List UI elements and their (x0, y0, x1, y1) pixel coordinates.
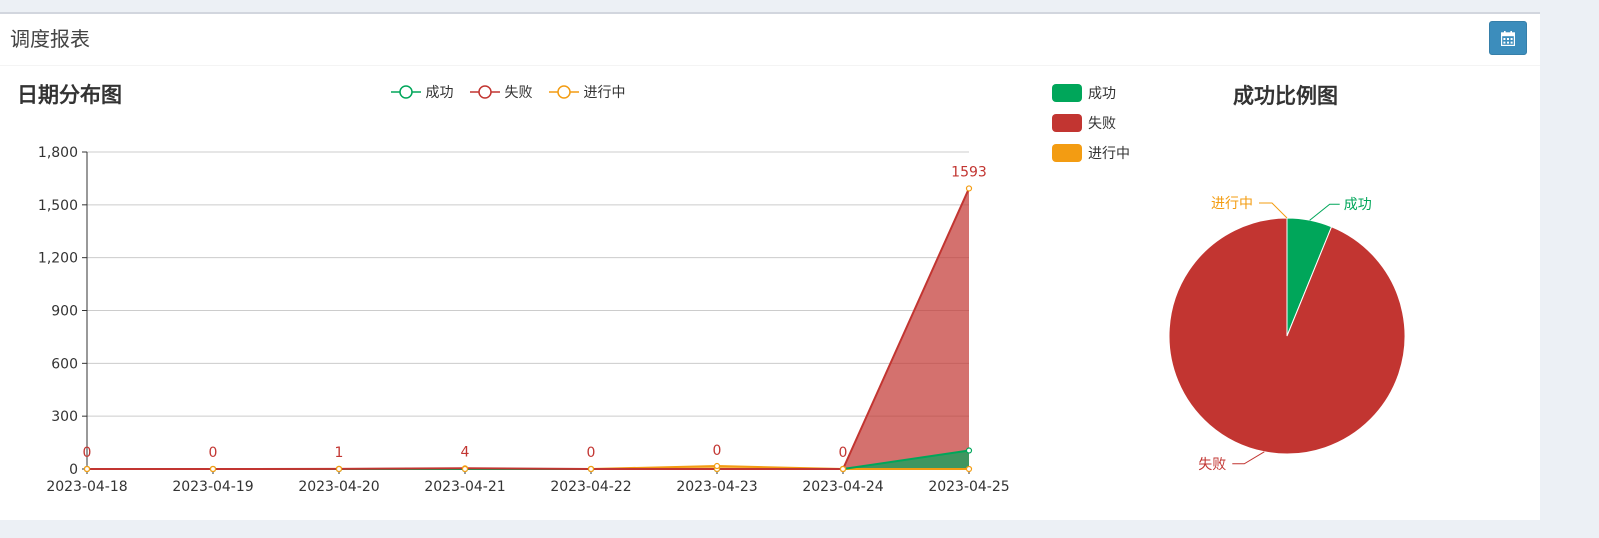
x-tick-label: 2023-04-18 (46, 479, 127, 495)
pie-label: 进行中 (1211, 196, 1253, 212)
x-tick-label: 2023-04-20 (298, 479, 379, 495)
point-进行中 (83, 465, 91, 473)
point-成功 (965, 447, 973, 454)
pie-legend-success-swatch (1052, 84, 1082, 102)
point-进行中 (335, 465, 343, 473)
pie-label-line (1259, 202, 1288, 219)
y-tick-label: 600 (51, 356, 78, 372)
pie-slice-失败 (1168, 217, 1406, 455)
y-tick-label: 1,200 (38, 251, 78, 267)
pie-legend-fail-swatch (1052, 114, 1082, 132)
x-tick-label: 2023-04-21 (424, 479, 505, 495)
y-tick-label: 1,500 (38, 198, 78, 214)
pie-label: 成功 (1344, 197, 1372, 213)
data-label: 0 (83, 445, 92, 461)
line-chart: 0 300 600 900 1,200 1,500 1,800 2023-04-18 2023-… (38, 145, 1010, 495)
x-tick-label: 2023-04-22 (550, 479, 631, 495)
page-right-gutter (1540, 0, 1599, 538)
data-label: 0 (713, 443, 722, 459)
y-tick-label: 0 (69, 462, 78, 478)
y-tick-label: 1,800 (38, 145, 78, 161)
data-label: 0 (839, 445, 848, 461)
point-进行中 (461, 465, 469, 473)
point-进行中 (209, 465, 217, 473)
y-tick-label: 900 (51, 304, 78, 320)
data-label: 0 (209, 445, 218, 461)
point-进行中 (713, 462, 721, 470)
data-label: 4 (461, 444, 470, 460)
line-失败 (87, 188, 970, 470)
area-成功 (87, 450, 969, 469)
x-tick-label: 2023-04-19 (172, 479, 253, 495)
pie-chart: 成功失败 进行中 (1168, 196, 1406, 473)
point-失败 (965, 185, 973, 192)
x-tick-label: 2023-04-25 (928, 479, 1009, 495)
y-tick-label: 300 (51, 409, 78, 425)
data-label: 0 (587, 445, 596, 461)
data-label: 1 (335, 445, 344, 461)
line-成功 (87, 449, 970, 470)
calendar-icon (1501, 31, 1515, 46)
pie-label-line (1232, 451, 1265, 465)
x-tick-label: 2023-04-23 (676, 479, 757, 495)
area-失败 (87, 188, 969, 469)
pie-label: 失败 (1198, 457, 1226, 473)
pie-label-line (1309, 203, 1340, 221)
point-进行中 (587, 465, 595, 473)
point-进行中 (965, 465, 973, 473)
x-tick-label: 2023-04-24 (802, 479, 883, 495)
pie-legend-running-swatch (1052, 144, 1082, 162)
point-进行中 (839, 465, 847, 473)
data-label: 1593 (951, 164, 987, 180)
